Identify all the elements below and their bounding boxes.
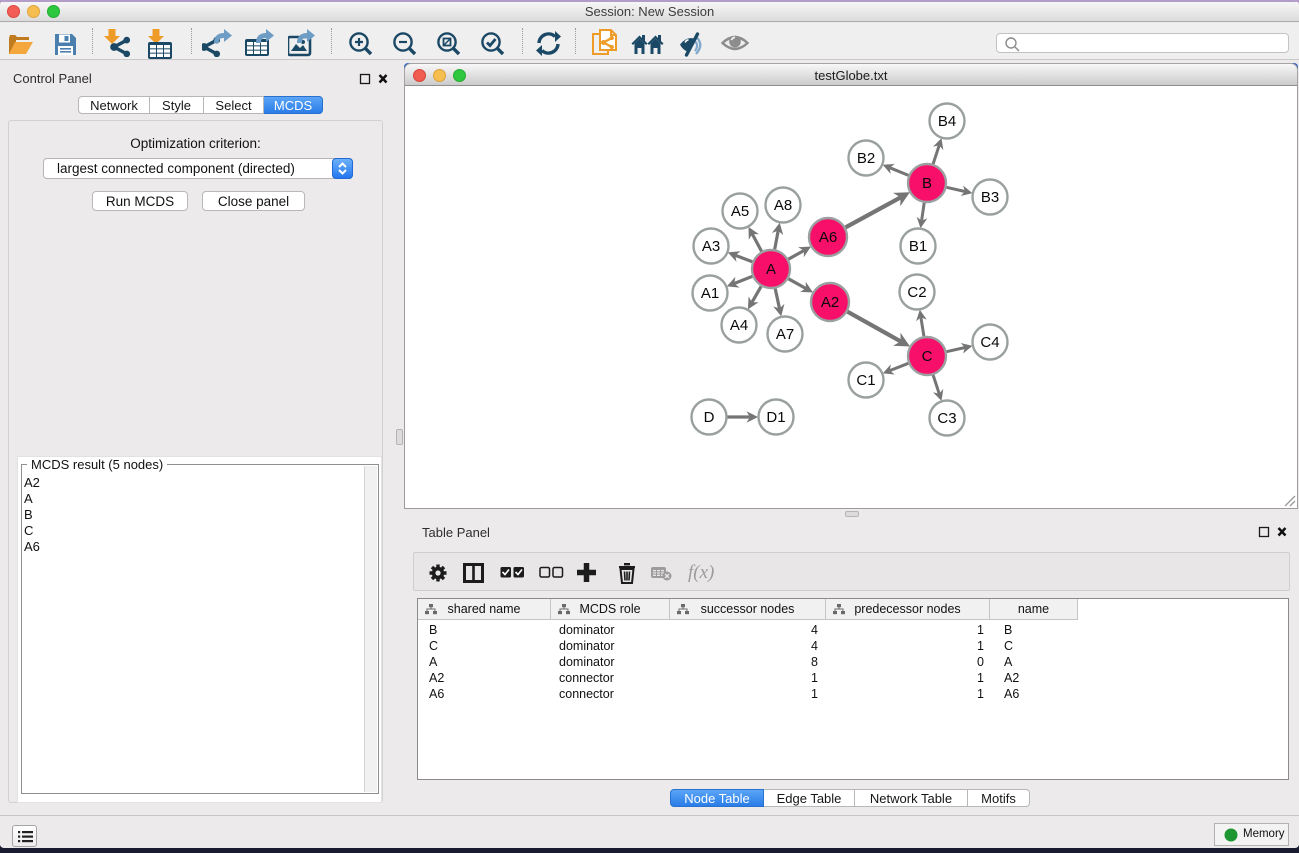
- svg-text:C4: C4: [980, 334, 999, 351]
- svg-text:A4: A4: [730, 317, 748, 334]
- svg-text:C2: C2: [907, 284, 926, 301]
- svg-text:A3: A3: [702, 238, 720, 255]
- svg-text:D: D: [704, 409, 715, 426]
- svg-text:C: C: [922, 348, 933, 365]
- svg-text:B: B: [922, 175, 932, 192]
- svg-text:B4: B4: [938, 113, 956, 130]
- svg-text:B1: B1: [909, 238, 927, 255]
- svg-text:A8: A8: [774, 197, 792, 214]
- svg-text:B2: B2: [857, 150, 875, 167]
- svg-text:f(x): f(x): [688, 562, 714, 583]
- svg-text:A5: A5: [731, 203, 749, 220]
- svg-text:B3: B3: [981, 189, 999, 206]
- svg-text:A6: A6: [819, 229, 837, 246]
- svg-text:C3: C3: [937, 410, 956, 427]
- svg-text:A7: A7: [776, 326, 794, 343]
- svg-text:A1: A1: [701, 285, 719, 302]
- svg-text:A2: A2: [821, 294, 839, 311]
- svg-text:C1: C1: [856, 372, 875, 389]
- svg-text:D1: D1: [766, 409, 785, 426]
- svg-text:A: A: [766, 261, 776, 278]
